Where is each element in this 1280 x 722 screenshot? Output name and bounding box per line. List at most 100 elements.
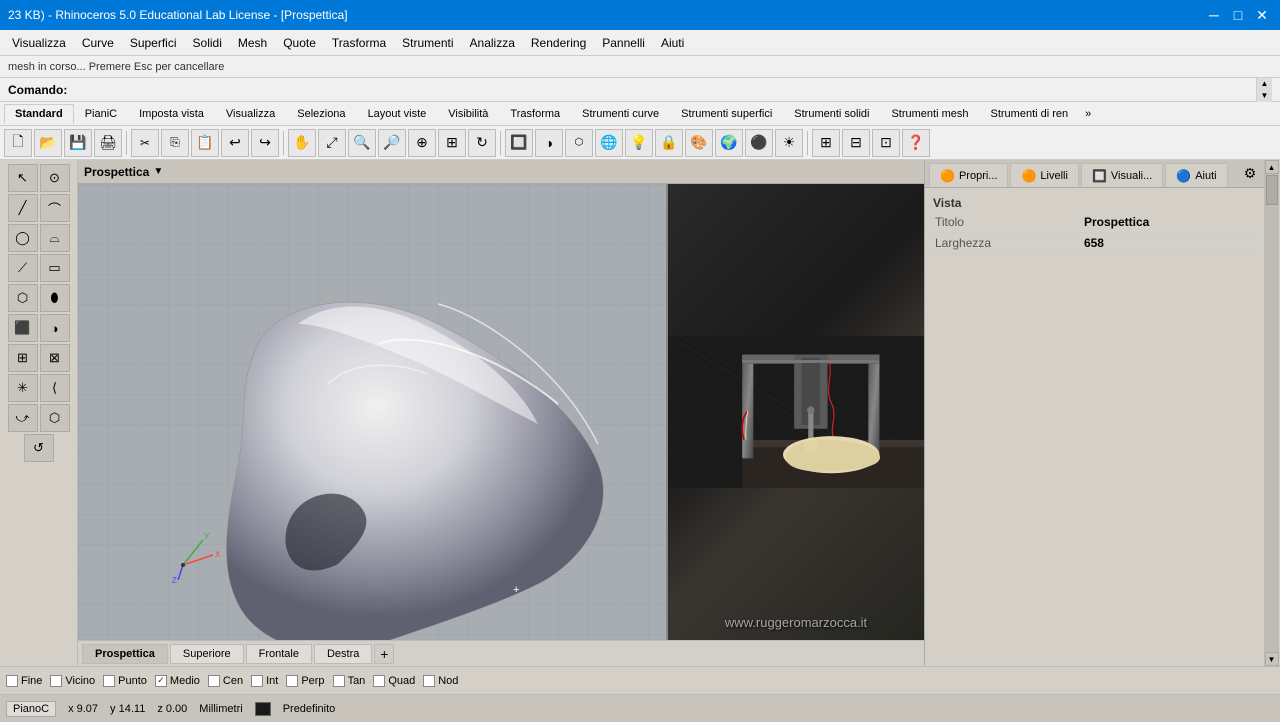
snap-fine-checkbox[interactable] — [6, 675, 18, 687]
menu-analizza[interactable]: Analizza — [462, 32, 523, 54]
open-button[interactable]: 📂 — [34, 129, 62, 157]
menu-pannelli[interactable]: Pannelli — [594, 32, 653, 54]
tab-strumenti-solidi[interactable]: Strumenti solidi — [783, 104, 880, 124]
menu-trasforma[interactable]: Trasforma — [324, 32, 394, 54]
circle-tool[interactable]: ◯ — [8, 224, 38, 252]
vp-tab-destra[interactable]: Destra — [314, 644, 372, 664]
shaded-button[interactable]: ◑ — [535, 129, 563, 157]
layer-tool[interactable]: ⬡ — [40, 404, 70, 432]
viewport-dropdown-icon[interactable]: ▼ — [153, 166, 163, 177]
tab-imposta-vista[interactable]: Imposta vista — [128, 104, 215, 124]
menu-mesh[interactable]: Mesh — [230, 32, 275, 54]
scroll-track[interactable] — [1265, 174, 1279, 652]
osnap-button[interactable]: ⊟ — [842, 129, 870, 157]
rpanel-tab-aiuti[interactable]: 🔵 Aiuti — [1165, 163, 1227, 187]
zoom-in-button[interactable]: 🔍 — [348, 129, 376, 157]
render-button[interactable]: 🌐 — [595, 129, 623, 157]
tab-strumenti-curve[interactable]: Strumenti curve — [571, 104, 670, 124]
menu-aiuti[interactable]: Aiuti — [653, 32, 692, 54]
zoom-out-button[interactable]: 🔎 — [378, 129, 406, 157]
snap-tan-checkbox[interactable] — [333, 675, 345, 687]
polyline-tool[interactable]: ⟋ — [8, 254, 38, 282]
new-button[interactable]: 🗋 — [4, 129, 32, 157]
wireframe-button[interactable]: ⬡ — [565, 129, 593, 157]
tab-visualizza[interactable]: Visualizza — [215, 104, 286, 124]
menu-strumenti[interactable]: Strumenti — [394, 32, 461, 54]
right-panel-scrollbar[interactable]: ▲ ▼ — [1264, 160, 1278, 666]
pan-button[interactable]: ✋ — [288, 129, 316, 157]
help-button[interactable]: ❓ — [902, 129, 930, 157]
sun-button[interactable]: ☀ — [775, 129, 803, 157]
rpanel-tab-livelli[interactable]: 🟠 Livelli — [1010, 163, 1078, 187]
vp-tab-frontale[interactable]: Frontale — [246, 644, 312, 664]
material-swatch[interactable] — [255, 702, 271, 716]
scroll-down-arrow[interactable]: ▼ — [1265, 652, 1279, 666]
select-tool[interactable]: ↖ — [8, 164, 38, 192]
rpanel-tab-visuali[interactable]: 🔲 Visuali... — [1081, 163, 1163, 187]
vp-tab-add-button[interactable]: + — [374, 644, 394, 664]
menu-quote[interactable]: Quote — [275, 32, 324, 54]
menu-curve[interactable]: Curve — [74, 32, 122, 54]
panel-settings-button[interactable]: ⚙ — [1240, 164, 1260, 184]
snap-medio-checkbox[interactable]: ✓ — [155, 675, 167, 687]
menu-visualizza[interactable]: Visualizza — [4, 32, 74, 54]
tab-visibilita[interactable]: Visibilità — [437, 104, 499, 124]
tab-strumenti-ren[interactable]: Strumenti di ren — [980, 104, 1080, 124]
rectangle-tool[interactable]: ▭ — [40, 254, 70, 282]
menu-superfici[interactable]: Superfici — [122, 32, 185, 54]
command-input[interactable] — [71, 83, 1256, 97]
extra-tool[interactable]: ↺ — [24, 434, 54, 462]
rotate-button[interactable]: ↻ — [468, 129, 496, 157]
scroll-thumb[interactable] — [1266, 175, 1278, 205]
maximize-button[interactable]: □ — [1228, 5, 1248, 25]
viewport-3d[interactable]: X Y Z + — [78, 184, 668, 640]
snap-quad-checkbox[interactable] — [373, 675, 385, 687]
arc-tool[interactable]: ⌓ — [40, 224, 70, 252]
snap-int-checkbox[interactable] — [251, 675, 263, 687]
vp-tab-prospettica[interactable]: Prospettica — [82, 644, 168, 664]
transform2-button[interactable]: ⊡ — [872, 129, 900, 157]
lock-button[interactable]: 🔒 — [655, 129, 683, 157]
mesh-tool[interactable]: ⊞ — [8, 344, 38, 372]
snap-nod-checkbox[interactable] — [423, 675, 435, 687]
undo-button[interactable]: ↩ — [221, 129, 249, 157]
tab-layout-viste[interactable]: Layout viste — [357, 104, 438, 124]
redo-button[interactable]: ↪ — [251, 129, 279, 157]
display-mode-button[interactable]: 🔲 — [505, 129, 533, 157]
curve-tool[interactable]: ⌒ — [40, 194, 70, 222]
paste-button[interactable]: 📋 — [191, 129, 219, 157]
sphere-button[interactable]: ⚫ — [745, 129, 773, 157]
tab-strumenti-mesh[interactable]: Strumenti mesh — [880, 104, 979, 124]
minimize-button[interactable]: ─ — [1204, 5, 1224, 25]
viewport-photo[interactable]: www.ruggeromarzocca.it — [668, 184, 924, 640]
coord-plane-selector[interactable]: PianoC — [6, 701, 56, 717]
history-tool[interactable]: ⤻ — [8, 404, 38, 432]
transform-tool[interactable]: ✳ — [8, 374, 38, 402]
zoom-all-button[interactable]: ⊞ — [438, 129, 466, 157]
rpanel-tab-properties[interactable]: 🟠 Propri... — [929, 163, 1008, 187]
tab-standard[interactable]: Standard — [4, 104, 74, 124]
snap-button[interactable]: ⊞ — [812, 129, 840, 157]
zoom-extents-button[interactable]: ⤢ — [318, 129, 346, 157]
tab-pianic[interactable]: PianiC — [74, 104, 128, 124]
copy-button[interactable]: ⎘ — [161, 129, 189, 157]
snap-vicino-checkbox[interactable] — [50, 675, 62, 687]
print-button[interactable]: 🖨 — [94, 129, 122, 157]
point-tool[interactable]: ⊙ — [40, 164, 70, 192]
polygon-tool[interactable]: ⬡ — [8, 284, 38, 312]
menu-solidi[interactable]: Solidi — [185, 32, 230, 54]
menu-rendering[interactable]: Rendering — [523, 32, 594, 54]
snap-cen-checkbox[interactable] — [208, 675, 220, 687]
snap-perp-checkbox[interactable] — [286, 675, 298, 687]
dimension-tool[interactable]: ⊠ — [40, 344, 70, 372]
analyze-tool[interactable]: ⟨ — [40, 374, 70, 402]
surface-tool[interactable]: ⬛ — [8, 314, 38, 342]
tab-strumenti-superfici[interactable]: Strumenti superfici — [670, 104, 783, 124]
tab-trasforma[interactable]: Trasforma — [499, 104, 571, 124]
snap-punto-checkbox[interactable] — [103, 675, 115, 687]
tab-seleziona[interactable]: Seleziona — [286, 104, 356, 124]
zoom-window-button[interactable]: ⊕ — [408, 129, 436, 157]
toolbar-tabs-more[interactable]: » — [1079, 106, 1097, 122]
vp-tab-superiore[interactable]: Superiore — [170, 644, 244, 664]
close-button[interactable]: ✕ — [1252, 5, 1272, 25]
